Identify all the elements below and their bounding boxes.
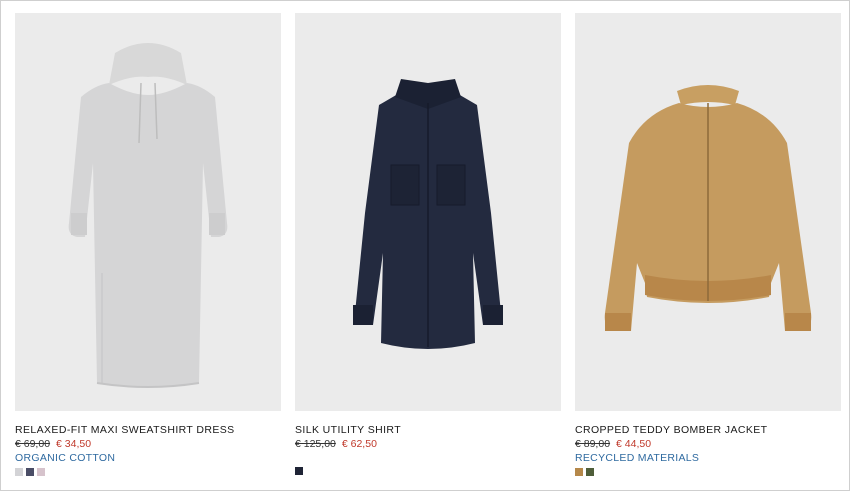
sale-price: € 44,50 [616,438,652,450]
price-row: € 125,00 € 62,50 [295,438,561,451]
color-swatches [295,467,561,476]
sale-price: € 34,50 [56,438,92,450]
product-image[interactable] [295,13,561,411]
product-grid: RELAXED-FIT MAXI SWEATSHIRT DRESS € 69,0… [0,0,850,491]
product-title[interactable]: RELAXED-FIT MAXI SWEATSHIRT DRESS [15,424,281,436]
sweatshirt-dress-image [68,43,228,388]
color-swatch[interactable] [37,468,45,476]
color-swatch[interactable] [295,467,303,475]
product-card[interactable]: RELAXED-FIT MAXI SWEATSHIRT DRESS € 69,0… [15,13,281,477]
price-row: € 69,00 € 34,50 [15,438,281,451]
shirt-image [353,79,503,349]
original-price: € 69,00 [15,438,51,450]
price-row: € 89,00 € 44,50 [575,438,841,451]
product-card[interactable]: CROPPED TEDDY BOMBER JACKET € 89,00 € 44,… [575,13,841,477]
material-tag[interactable]: ORGANIC COTTON [15,452,281,465]
product-image[interactable] [575,13,841,411]
product-title[interactable]: CROPPED TEDDY BOMBER JACKET [575,424,841,436]
product-title[interactable]: SILK UTILITY SHIRT [295,424,561,436]
color-swatch[interactable] [26,468,34,476]
color-swatch[interactable] [586,468,594,476]
sale-price: € 62,50 [341,438,377,450]
material-tag[interactable]: RECYCLED MATERIALS [575,452,841,465]
original-price: € 89,00 [575,438,611,450]
product-card[interactable]: SILK UTILITY SHIRT € 125,00 € 62,50 [295,13,561,476]
color-swatch[interactable] [575,468,583,476]
color-swatch[interactable] [15,468,23,476]
product-image[interactable] [15,13,281,411]
color-swatches [575,468,841,477]
color-swatches [15,468,281,477]
original-price: € 125,00 [295,438,336,450]
bomber-jacket-image [604,85,812,331]
